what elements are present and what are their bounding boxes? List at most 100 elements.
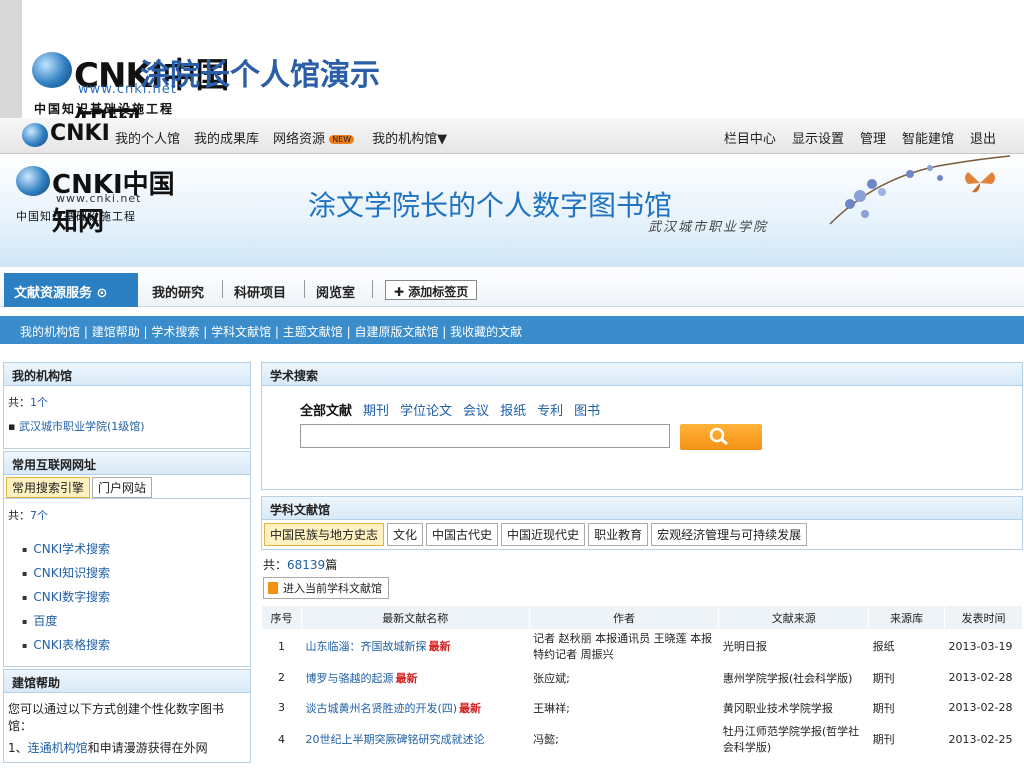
row-date: 2013-03-19 <box>944 629 1023 663</box>
row-title-link[interactable]: 20世纪上半期突厥碑铭研究成就述论 <box>305 733 484 746</box>
banner-title: 涂文学院长的个人数字图书馆 <box>308 189 673 222</box>
scope-patent[interactable]: 专利 <box>537 400 563 419</box>
help-item-1-rest: 和申请漫游获得在外网 <box>87 741 208 755</box>
enter-subject-library-label: 进入当前学科文献馆 <box>283 582 382 595</box>
nav-network-resources[interactable]: 网络资源 <box>273 132 325 147</box>
new-tag: 最新 <box>459 701 482 715</box>
table-row: 2 博罗与骆越的起源 最新 张应斌; 惠州学院学报(社会科学版) 期刊 2013-… <box>261 662 1023 693</box>
row-author: 王琳祥; <box>529 692 719 723</box>
tab-research-projects[interactable]: 科研项目 <box>234 282 286 301</box>
topbar-logo-text: CNKI <box>50 121 110 146</box>
manage-link[interactable]: 管理 <box>860 128 886 147</box>
institution-count: 共：1个 <box>8 394 246 410</box>
subject-tab-ancient-history[interactable]: 中国古代史 <box>426 523 499 546</box>
row-database: 期刊 <box>868 662 945 693</box>
nav-my-personal-library[interactable]: 我的个人馆 <box>115 128 180 147</box>
subject-tab-vocational-education[interactable]: 职业教育 <box>588 523 649 546</box>
scope-conference[interactable]: 会议 <box>463 400 489 419</box>
tab-portals[interactable]: 门户网站 <box>92 477 153 498</box>
new-tag: 最新 <box>428 640 451 653</box>
help-text: 您可以通过以下方式创建个性化数字图书馆： <box>8 702 225 733</box>
scope-thesis[interactable]: 学位论文 <box>400 400 452 419</box>
link-baidu[interactable]: 百度 <box>22 609 246 633</box>
table-header-row: 序号 最新文献名称 作者 文献来源 来源库 发表时间 <box>261 605 1023 630</box>
link-cnki-table-search[interactable]: CNKI表格搜索 <box>22 633 246 657</box>
subnav-original-library[interactable]: 自建原版文献馆 <box>354 325 438 339</box>
sub-nav: 我的机构馆 | 建馆帮助 | 学术搜索 | 学科文献馆 | 主题文献馆 | 自建… <box>0 316 1024 344</box>
tab-search-engines[interactable]: 常用搜索引擎 <box>6 477 91 498</box>
subject-tab-modern-history[interactable]: 中国近现代史 <box>501 523 586 546</box>
subnav-build-help[interactable]: 建馆帮助 <box>92 325 140 339</box>
column-center-link[interactable]: 栏目中心 <box>724 128 776 147</box>
add-tab-button[interactable]: ✚ 添加标签页 <box>385 280 478 300</box>
search-input[interactable] <box>300 424 670 448</box>
subnav-separator: | <box>199 325 212 339</box>
col-database: 来源库 <box>868 605 946 630</box>
left-sidebar: 我的机构馆 共：1个 ▪ 武汉城市职业学院(1级馆) 常用互联网网址 常用搜索引… <box>3 362 251 763</box>
link-cnki-digital-search[interactable]: CNKI数字搜索 <box>22 585 246 609</box>
new-tag: 最新 <box>395 671 418 685</box>
smart-build-link[interactable]: 智能建馆 <box>902 128 954 147</box>
row-date: 2013-02-28 <box>944 662 1023 693</box>
row-title-cell: 谈古城黄州名贤胜迹的开发(四) 最新 <box>301 692 530 723</box>
institution-item[interactable]: ▪ 武汉城市职业学院(1级馆) <box>8 418 246 434</box>
row-title-link[interactable]: 山东临淄：齐国故城新探 <box>305 640 426 653</box>
nav-network-resources-wrap[interactable]: 网络资源 NEW <box>273 128 358 147</box>
globe-logo-icon <box>22 123 48 147</box>
row-date: 2013-02-28 <box>944 692 1023 723</box>
search-button[interactable] <box>680 424 762 450</box>
nav-divider <box>304 280 305 298</box>
tab-reading-room[interactable]: 阅览室 <box>316 282 355 301</box>
top-nav: 我的个人馆 我的成果库 网络资源 NEW 我的机构馆▼ <box>115 128 447 147</box>
new-badge-icon: NEW <box>329 135 355 144</box>
subnav-separator: | <box>438 325 451 339</box>
nav-divider <box>372 280 373 298</box>
subject-total-label: 共： <box>263 558 288 572</box>
links-panel-title: 常用互联网网址 <box>3 451 251 475</box>
subnav-subject-library[interactable]: 学科文献馆 <box>211 325 271 339</box>
tab-my-research[interactable]: 我的研究 <box>152 282 204 301</box>
subnav-separator: | <box>271 325 283 339</box>
scope-book[interactable]: 图书 <box>574 400 600 419</box>
table-row: 1 山东临淄：齐国故城新探 最新 记者 赵秋丽 本报通讯员 王晓莲 本报特约记者 … <box>261 629 1023 663</box>
globe-logo-icon <box>16 166 50 196</box>
row-title-link[interactable]: 博罗与骆越的起源 <box>305 672 393 685</box>
nav-my-institution[interactable]: 我的机构馆▼ <box>372 128 447 147</box>
scope-newspaper[interactable]: 报纸 <box>500 400 526 419</box>
enter-subject-library-button[interactable]: 进入当前学科文献馆 <box>263 577 389 599</box>
subnav-my-institution[interactable]: 我的机构馆 <box>20 325 80 339</box>
butterfly-icon <box>965 172 995 193</box>
subnav-separator: | <box>139 325 152 339</box>
tab-document-services[interactable]: 文献资源服务 ⊙ <box>4 273 138 307</box>
nav-my-results[interactable]: 我的成果库 <box>194 128 259 147</box>
row-author: 记者 赵秋丽 本报通讯员 王晓莲 本报特约记者 周振兴 <box>529 629 719 663</box>
row-date: 2013-02-25 <box>944 722 1023 756</box>
row-source: 光明日报 <box>718 629 869 663</box>
row-no: 1 <box>261 629 302 663</box>
slide-logo-sub: 中国知识基础设施工程 <box>34 102 175 116</box>
link-cnki-knowledge-search[interactable]: CNKI知识搜索 <box>22 561 246 585</box>
institution-link[interactable]: 武汉城市职业学院(1级馆) <box>19 420 145 433</box>
institution-panel-title: 我的机构馆 <box>3 362 251 386</box>
help-connect-link[interactable]: 连通机构馆 <box>28 741 88 755</box>
subject-total: 共：68139篇 <box>261 550 1023 575</box>
topbar-logo[interactable]: CNKI <box>22 121 110 149</box>
subnav-topic-library[interactable]: 主题文献馆 <box>283 325 343 339</box>
scope-all[interactable]: 全部文献 <box>300 400 352 419</box>
links-count-value: 7个 <box>30 509 48 522</box>
col-no: 序号 <box>261 605 302 630</box>
add-tab-label: 添加标签页 <box>408 285 469 299</box>
subnav-academic-search[interactable]: 学术搜索 <box>151 325 199 339</box>
help-item-1: 1、连通机构馆和申请漫游获得在外网 <box>8 739 246 756</box>
row-title-link[interactable]: 谈古城黄州名贤胜迹的开发(四) <box>305 702 457 715</box>
col-title: 最新文献名称 <box>300 605 530 630</box>
display-settings-link[interactable]: 显示设置 <box>792 128 844 147</box>
subnav-my-favorites[interactable]: 我收藏的文献 <box>450 325 522 339</box>
row-author: 张应斌; <box>529 662 719 693</box>
subject-tab-culture[interactable]: 文化 <box>387 523 424 546</box>
logout-link[interactable]: 退出 <box>970 128 996 147</box>
scope-journal[interactable]: 期刊 <box>363 400 389 419</box>
subject-tab-ethnic-local-history[interactable]: 中国民族与地方史志 <box>264 523 385 546</box>
link-cnki-academic-search[interactable]: CNKI学术搜索 <box>22 537 246 561</box>
subject-tab-macro-economy[interactable]: 宏观经济管理与可持续发展 <box>651 523 808 546</box>
